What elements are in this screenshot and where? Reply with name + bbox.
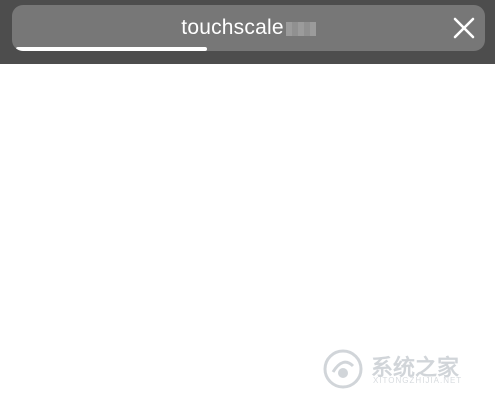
- page-content: 系统之家 XITONGZHIJIA.NET: [0, 64, 495, 398]
- page-title: touchscale: [12, 5, 485, 51]
- close-icon: [453, 17, 475, 39]
- watermark-emblem-icon: [323, 349, 363, 389]
- address-bar[interactable]: touchscale: [12, 5, 485, 51]
- close-button[interactable]: [449, 13, 479, 43]
- load-progress-bar: [16, 47, 481, 51]
- page-title-text: touchscale: [181, 16, 284, 39]
- watermark-logo: 系统之家 XITONGZHIJIA.NET: [319, 346, 489, 392]
- load-progress-fill: [16, 47, 207, 51]
- watermark-subtext: XITONGZHIJIA.NET: [373, 376, 463, 385]
- redacted-title-suffix: [285, 22, 316, 36]
- browser-toolbar: touchscale: [0, 0, 495, 64]
